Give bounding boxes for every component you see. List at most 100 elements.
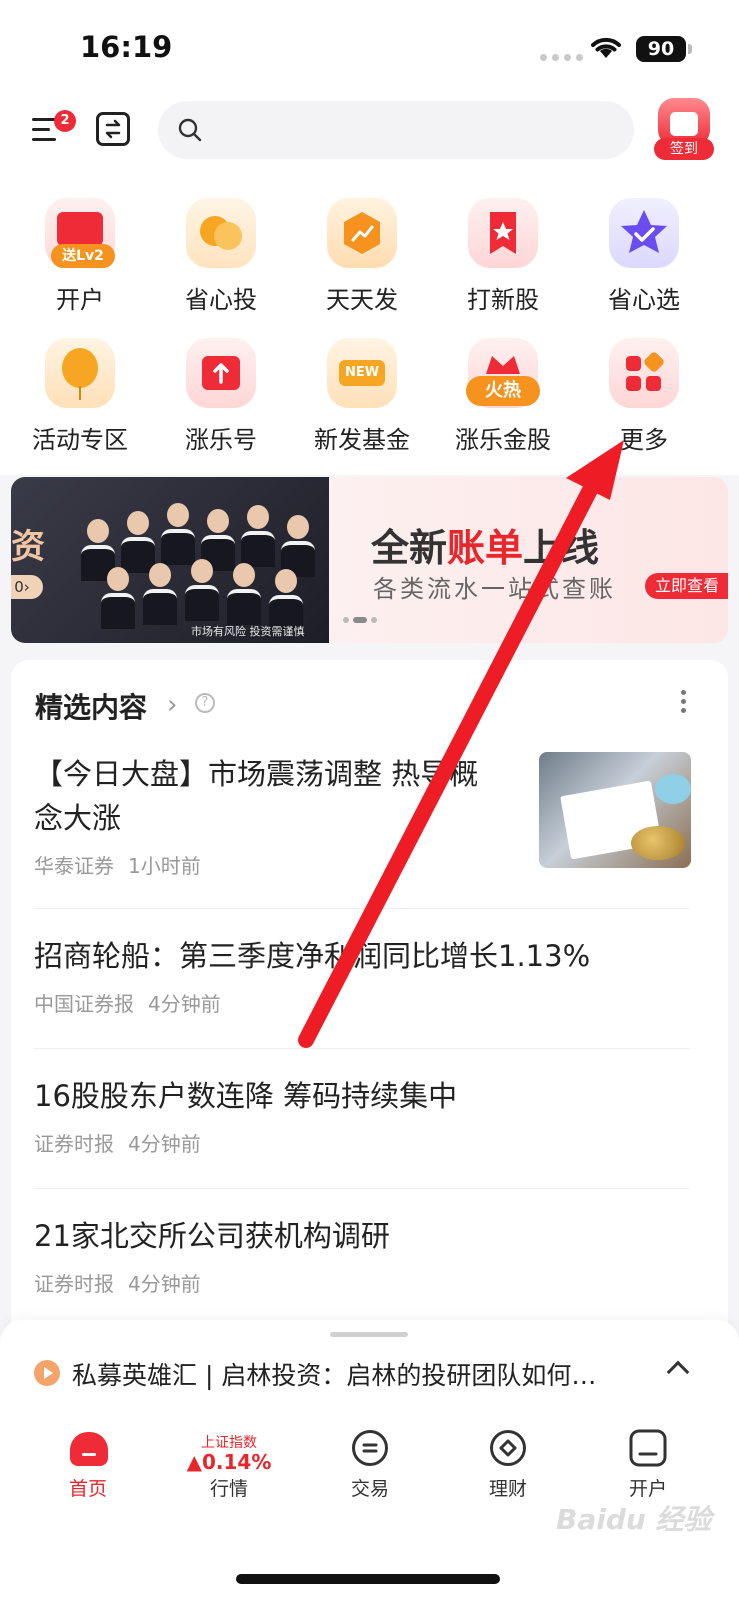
banner-view-button[interactable]: 立即查看 bbox=[645, 573, 728, 599]
news-item[interactable]: 21家北交所公司获机构调研 证券时报 4分钟前 bbox=[34, 1214, 690, 1297]
chevron-up-icon[interactable] bbox=[666, 1360, 690, 1384]
audio-ticker[interactable]: 私募英雄汇 | 启林投资：启林的投研团队如何… bbox=[0, 1320, 739, 1416]
news-thumbnail[interactable] bbox=[539, 752, 691, 868]
hexagon-trend-icon bbox=[327, 198, 397, 268]
shortcut-daily[interactable]: 天天发 bbox=[292, 198, 432, 316]
news-meta: 中国证券报 4分钟前 bbox=[34, 988, 690, 1017]
tab-label: 理财 bbox=[488, 1478, 527, 1500]
shortcut-label: 更多 bbox=[620, 426, 668, 454]
checkin-button[interactable]: 签到 bbox=[654, 96, 714, 162]
sheet-handle[interactable] bbox=[330, 1332, 408, 1337]
section-title[interactable]: 精选内容 bbox=[35, 686, 147, 726]
divider bbox=[34, 908, 690, 909]
shortcut-events[interactable]: 活动专区 bbox=[10, 338, 150, 456]
shortcut-label: 打新股 bbox=[467, 286, 539, 314]
banner-pagination bbox=[343, 617, 377, 623]
news-meta: 证券时报 4分钟前 bbox=[34, 1268, 690, 1297]
help-icon[interactable]: ? bbox=[195, 693, 215, 713]
news-source: 华泰证券 bbox=[34, 854, 114, 878]
balloon-icon bbox=[45, 338, 115, 408]
shortcut-label: 涨乐号 bbox=[185, 426, 257, 454]
shortcut-ipo[interactable]: 打新股 bbox=[433, 198, 573, 316]
bottom-tab-bar: 首页 上证指数 ▲0.14% 行情 交易 理财 开户 Baidu 经验 bbox=[0, 1416, 739, 1600]
news-title: 21家北交所公司获机构调研 bbox=[34, 1219, 390, 1253]
battery-cap bbox=[688, 44, 692, 54]
shortcut-new-funds[interactable]: NEW 新发基金 bbox=[292, 338, 432, 456]
shortcut-open-account[interactable]: 送Lv2 开户 bbox=[10, 198, 150, 316]
hot-badge: 火热 bbox=[466, 376, 540, 406]
shortcut-easy-invest[interactable]: 省心投 bbox=[151, 198, 291, 316]
watermark: Baidu 经验 bbox=[556, 1503, 712, 1536]
upload-box-icon bbox=[186, 338, 256, 408]
banner-title-post: 上线 bbox=[523, 526, 600, 570]
tab-label: 行情 bbox=[209, 1478, 248, 1500]
news-item[interactable]: 【今日大盘】市场震荡调整 热导概念大涨 华泰证券 1小时前 bbox=[34, 752, 504, 879]
divider bbox=[34, 1188, 690, 1189]
shortcut-label: 新发基金 bbox=[314, 426, 410, 454]
tab-trade[interactable]: 交易 bbox=[300, 1428, 440, 1518]
tab-label: 交易 bbox=[350, 1478, 389, 1500]
more-options-icon[interactable] bbox=[681, 690, 686, 713]
wifi-icon bbox=[591, 37, 621, 58]
news-time: 4分钟前 bbox=[148, 992, 221, 1016]
news-time: 4分钟前 bbox=[128, 1132, 201, 1156]
home-icon bbox=[70, 1432, 108, 1466]
shortcut-zhangle-account[interactable]: 涨乐号 bbox=[151, 338, 291, 456]
tab-market[interactable]: 上证指数 ▲0.14% 行情 bbox=[159, 1428, 299, 1518]
star-check-icon bbox=[609, 198, 679, 268]
chevron-right-icon[interactable]: › bbox=[167, 690, 177, 720]
shortcut-label: 涨乐金股 bbox=[455, 426, 551, 454]
news-time: 1小时前 bbox=[128, 854, 201, 878]
shortcut-label: 省心选 bbox=[608, 286, 680, 314]
shortcut-golden-stocks[interactable]: 火热 涨乐金股 bbox=[433, 338, 573, 456]
risk-disclaimer: 市场有风险 投资需谨慎 bbox=[191, 625, 305, 638]
menu-badge: 2 bbox=[54, 110, 76, 132]
index-value: ▲0.14% bbox=[186, 1450, 272, 1474]
banner-title: 全新账单上线 bbox=[371, 517, 599, 572]
status-time: 16:19 bbox=[80, 30, 173, 64]
trade-icon bbox=[352, 1430, 388, 1466]
play-icon[interactable] bbox=[34, 1360, 60, 1386]
open-account-icon bbox=[629, 1429, 667, 1467]
shortcut-label: 天天发 bbox=[326, 286, 398, 314]
divider bbox=[34, 1048, 690, 1049]
search-bar[interactable] bbox=[158, 101, 634, 159]
shortcut-more[interactable]: 更多 bbox=[574, 338, 714, 456]
index-name: 上证指数 bbox=[201, 1435, 257, 1451]
tab-label: 开户 bbox=[628, 1478, 667, 1500]
featured-content-card: 精选内容 › ? 【今日大盘】市场震荡调整 热导概念大涨 华泰证券 1小时前 招商… bbox=[11, 660, 728, 1380]
news-item[interactable]: 招商轮船：第三季度净利润同比增长1.13% 中国证券报 4分钟前 bbox=[34, 934, 690, 1017]
news-time: 4分钟前 bbox=[128, 1272, 201, 1296]
crown-icon: 火热 bbox=[466, 338, 540, 408]
switch-account-button[interactable] bbox=[96, 112, 130, 146]
promo-banner[interactable]: 资 0› 市场有风险 投资需谨慎 全新账单上线 各类流水一站式查账 立即查看 bbox=[11, 477, 728, 643]
news-title: 招商轮船：第三季度净利润同比增长1.13% bbox=[34, 939, 591, 973]
home-indicator[interactable] bbox=[236, 1574, 500, 1584]
banner-right-slide: 全新账单上线 各类流水一站式查账 立即查看 bbox=[329, 477, 728, 643]
coins-icon bbox=[186, 198, 256, 268]
search-input[interactable] bbox=[214, 111, 614, 149]
battery-icon: 90 bbox=[636, 36, 686, 62]
transfer-icon bbox=[105, 119, 121, 139]
banner-left-pill: 0› bbox=[11, 575, 43, 599]
tab-home[interactable]: 首页 bbox=[18, 1428, 158, 1518]
banner-title-pre: 全新 bbox=[371, 526, 448, 570]
bookmark-star-icon bbox=[468, 198, 538, 268]
shortcut-label: 开户 bbox=[56, 286, 104, 314]
news-source: 中国证券报 bbox=[34, 992, 134, 1016]
shortcut-badge: 送Lv2 bbox=[51, 244, 115, 268]
banner-left-slide: 资 0› 市场有风险 投资需谨慎 bbox=[11, 477, 329, 643]
new-badge-label: NEW bbox=[339, 360, 385, 386]
banner-left-text: 资 bbox=[11, 527, 45, 567]
checkin-label: 签到 bbox=[654, 138, 714, 160]
news-meta: 华泰证券 1小时前 bbox=[34, 850, 504, 879]
news-item[interactable]: 16股股东户数连降 筹码持续集中 证券时报 4分钟前 bbox=[34, 1074, 690, 1157]
search-icon bbox=[178, 118, 202, 142]
shortcut-label: 活动专区 bbox=[32, 426, 128, 454]
banner-title-highlight: 账单 bbox=[447, 526, 524, 570]
news-meta: 证券时报 4分钟前 bbox=[34, 1128, 690, 1157]
cellular-signal-icon bbox=[540, 54, 583, 61]
account-card-icon: 送Lv2 bbox=[45, 198, 115, 268]
ticker-text: 私募英雄汇 | 启林投资：启林的投研团队如何… bbox=[72, 1361, 597, 1390]
shortcut-easy-select[interactable]: 省心选 bbox=[574, 198, 714, 316]
